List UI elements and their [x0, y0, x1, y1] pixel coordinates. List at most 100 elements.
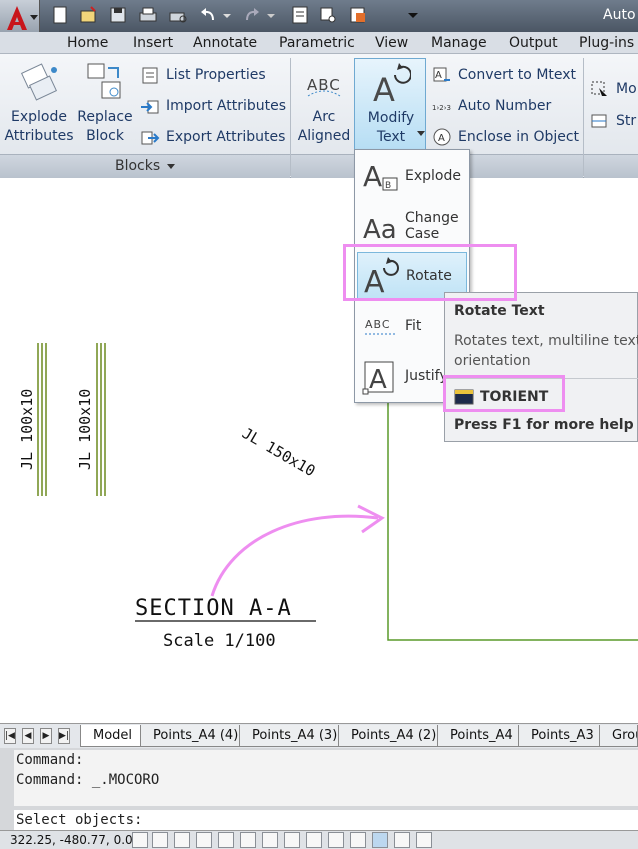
menu-item-fit-label: Fit — [405, 318, 422, 334]
menu-item-change-case[interactable]: Aa Change Case — [357, 202, 467, 250]
ribbon-tabs: Home Insert Annotate Parametric View Man… — [0, 32, 638, 54]
ortho-icon[interactable] — [196, 832, 212, 848]
polar-icon[interactable] — [218, 832, 234, 848]
import-attributes-icon — [141, 100, 159, 114]
tab-parametric[interactable]: Parametric — [279, 35, 355, 51]
right-panel-item-1-label: Mo — [616, 81, 637, 97]
tab-insert[interactable]: Insert — [133, 35, 173, 51]
first-tab-button[interactable]: |◀ — [4, 728, 16, 744]
tab-view[interactable]: View — [375, 35, 408, 51]
print-icon[interactable] — [138, 5, 158, 25]
annotation-arrow — [210, 514, 379, 597]
replace-block-button[interactable]: Replace Block — [76, 58, 134, 150]
tab-manage[interactable]: Manage — [431, 35, 487, 51]
svg-text:Aa: Aa — [363, 215, 397, 245]
redo-dropdown-icon[interactable] — [266, 5, 276, 25]
save-icon[interactable] — [108, 5, 128, 25]
command-input[interactable]: Select objects: — [14, 810, 638, 830]
arc-aligned-icon: ABC — [307, 76, 341, 97]
right-panel-item-2[interactable]: Str — [590, 110, 636, 132]
blocks-panel-bar[interactable]: Blocks — [0, 154, 290, 178]
otrack-icon[interactable] — [284, 832, 300, 848]
command-area: Command: Command: _.MOCORO Select object… — [0, 748, 638, 830]
arc-aligned-button[interactable]: ABC Arc Aligned — [296, 58, 352, 150]
menu-item-explode-label: Explode — [405, 168, 461, 184]
rotate-text-tooltip: Rotate Text Rotates text, multiline text… — [444, 292, 638, 442]
prev-tab-button[interactable]: ◀ — [22, 728, 34, 744]
grid-icon[interactable] — [174, 832, 190, 848]
arc-aligned-label-2: Aligned — [297, 128, 351, 144]
arc-aligned-label-1: Arc — [312, 109, 336, 125]
explode-attributes-button[interactable]: Explode Attributes — [4, 58, 74, 150]
export-attributes-button[interactable]: Export Attributes — [140, 126, 285, 148]
change-case-icon: Aa — [363, 215, 397, 245]
list-properties-label: List Properties — [166, 67, 266, 83]
tab-layout-points-a4-2[interactable]: Points_A4 (2) — [338, 725, 446, 747]
menu-item-justify-label: Justify — [405, 368, 448, 384]
replace-block-icon — [87, 63, 121, 99]
import-attributes-label: Import Attributes — [166, 98, 287, 114]
transparency-icon[interactable] — [372, 832, 388, 848]
drawing-canvas[interactable]: JL 100x10 JL 100x10 JL 150x10 SECTION A-… — [0, 178, 638, 723]
redo-icon[interactable] — [242, 5, 262, 25]
svg-text:A: A — [363, 160, 382, 193]
ducs-icon[interactable] — [306, 832, 322, 848]
tab-layout-points-a4[interactable]: Points_A4 — [437, 725, 522, 747]
explode-attributes-label-2: Attributes — [4, 128, 74, 144]
list-properties-button[interactable]: List Properties — [140, 64, 266, 86]
tooltip-description-line-1: Rotates text, multiline text, a — [454, 333, 638, 349]
tab-output[interactable]: Output — [509, 35, 558, 51]
plot-preview-icon[interactable] — [168, 5, 188, 25]
ribbon: Explode Attributes Replace Block List Pr… — [0, 54, 638, 178]
command-history: Command: Command: _.MOCORO — [14, 750, 638, 806]
dyn-icon[interactable] — [328, 832, 344, 848]
autocad-logo-icon — [7, 6, 27, 30]
tab-layout-points-a3[interactable]: Points_A3 — [518, 725, 603, 747]
undo-dropdown-icon[interactable] — [222, 5, 232, 25]
customize-dropdown-icon[interactable] — [406, 5, 420, 25]
lineweight-icon[interactable] — [350, 832, 366, 848]
tooltip-help: Press F1 for more help — [454, 417, 634, 433]
auto-number-button[interactable]: 1›2›3 Auto Number — [432, 95, 551, 117]
match-icon[interactable] — [318, 5, 338, 25]
layout-tabs: |◀ ◀ ▶ ▶| Model Points_A4 (4) Points_A4 … — [0, 723, 638, 748]
right-panel-item-1[interactable]: Mo — [590, 78, 637, 100]
osnap-icon[interactable] — [240, 832, 256, 848]
tab-annotate[interactable]: Annotate — [193, 35, 257, 51]
convert-to-mtext-button[interactable]: A Convert to Mtext — [432, 64, 576, 86]
right-panel-item-2-label: Str — [616, 113, 637, 129]
new-icon[interactable] — [50, 5, 70, 25]
next-tab-button[interactable]: ▶ — [40, 728, 52, 744]
command-history-line-1: Command: — [16, 752, 84, 768]
section-title: SECTION A-A — [135, 596, 292, 621]
3d-osnap-icon[interactable] — [262, 832, 278, 848]
svg-text:A: A — [369, 365, 387, 395]
status-bar: 322.25, -480.77, 0.00 — [0, 830, 638, 849]
undo-icon[interactable] — [198, 5, 218, 25]
import-attributes-button[interactable]: Import Attributes — [140, 95, 286, 117]
steel-member-right — [96, 343, 106, 496]
tab-layout-points-a4-4[interactable]: Points_A4 (4) — [140, 725, 248, 747]
properties-icon[interactable] — [290, 5, 310, 25]
tab-home[interactable]: Home — [67, 35, 108, 51]
section-scale: Scale 1/100 — [163, 631, 276, 651]
tab-layout-group[interactable]: Grou — [599, 725, 638, 747]
selection-cycling-icon[interactable] — [416, 832, 432, 848]
stretch-icon — [591, 114, 607, 128]
last-tab-button[interactable]: ▶| — [58, 728, 70, 744]
drawing-geometry — [37, 343, 638, 641]
sheet-set-icon[interactable] — [348, 5, 368, 25]
tab-model[interactable]: Model — [80, 725, 142, 747]
quick-properties-icon[interactable] — [394, 832, 410, 848]
modify-text-button[interactable]: A Modify Text — [354, 58, 426, 150]
open-icon[interactable] — [78, 5, 98, 25]
enclose-in-object-button[interactable]: A Enclose in Object — [432, 126, 579, 148]
snap-mode-icon[interactable] — [152, 832, 168, 848]
annotation-arrow-head — [357, 504, 385, 534]
svg-text:A: A — [373, 71, 395, 105]
tab-plug-ins[interactable]: Plug-ins — [579, 35, 634, 51]
select-icon — [591, 81, 607, 96]
tab-layout-points-a4-3[interactable]: Points_A4 (3) — [239, 725, 347, 747]
infer-constraints-icon[interactable] — [132, 832, 148, 848]
menu-item-explode[interactable]: AB Explode — [357, 152, 467, 200]
